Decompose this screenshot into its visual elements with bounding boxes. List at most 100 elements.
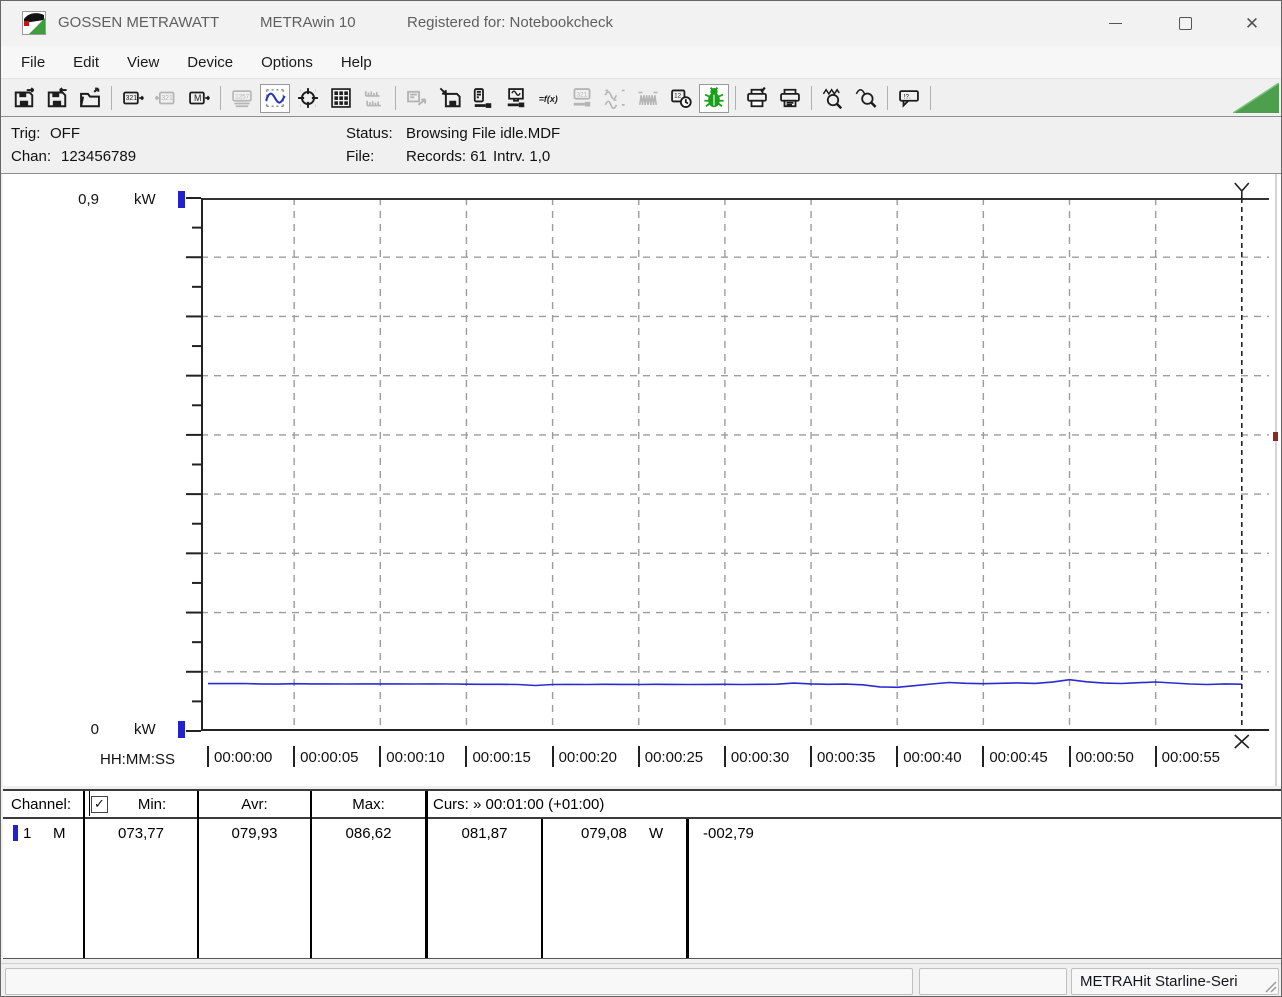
- zoom-in-waves-icon: [822, 87, 844, 109]
- svg-text:321: 321: [126, 95, 138, 102]
- toolbar-separator: [735, 86, 736, 110]
- app-title: METRAwin 10: [260, 14, 356, 31]
- cursor-unit: W: [649, 825, 663, 842]
- cursor-ref-value: 081,87: [428, 825, 541, 842]
- toolbar-separator: [811, 86, 812, 110]
- device-setup-button[interactable]: [468, 84, 498, 113]
- x-tick-label: 00:00:05: [293, 746, 358, 767]
- x-tick-label: 00:00:40: [896, 746, 961, 767]
- device-clock-button[interactable]: 12: [666, 84, 696, 113]
- device-setup-icon: [472, 87, 494, 109]
- x-tick-label: 00:00:00: [207, 746, 272, 767]
- transfer-export-button[interactable]: [402, 84, 432, 113]
- col-channel-header[interactable]: Channel:: [11, 796, 71, 813]
- menu-edit[interactable]: Edit: [59, 50, 113, 75]
- zoom-out-curve-button[interactable]: [851, 84, 881, 113]
- status-value: Browsing File idle.MDF: [406, 125, 560, 142]
- printer-check-icon: [746, 87, 768, 109]
- monitor-setup-icon: [505, 87, 527, 109]
- right-edge-strip: [1275, 174, 1277, 786]
- zoom-in-curve-button[interactable]: [818, 84, 848, 113]
- cursor-delta-value: -002,79: [703, 825, 754, 842]
- printer-icon: [779, 87, 801, 109]
- transfer-export-icon: [406, 87, 428, 109]
- x-tick-label: 00:00:30: [724, 746, 789, 767]
- x-axis-labels: HH:MM:SS 00:00:0000:00:0500:00:1000:00:1…: [3, 746, 1281, 776]
- read-device-321-alt-button[interactable]: 321: [151, 84, 181, 113]
- device-321-setup-button[interactable]: 321: [567, 84, 597, 113]
- x-tick-label: 00:00:10: [379, 746, 444, 767]
- menu-device[interactable]: Device: [173, 50, 247, 75]
- display-digital-button[interactable]: 1257: [227, 84, 257, 113]
- status-panel-main: [5, 968, 913, 995]
- avr-value: 079,93: [199, 825, 310, 842]
- view-histogram-button[interactable]: [359, 84, 389, 113]
- minimize-button[interactable]: [1084, 1, 1146, 46]
- comment-button[interactable]: !?.: [894, 84, 924, 113]
- close-button[interactable]: ✕: [1221, 1, 1282, 46]
- pulse-signal-button[interactable]: [633, 84, 663, 113]
- open-folder-icon: [79, 87, 101, 109]
- file-import-button[interactable]: [42, 84, 72, 113]
- monitor-setup-button[interactable]: [501, 84, 531, 113]
- channel-mode[interactable]: M: [53, 825, 66, 842]
- view-cursor-button[interactable]: [293, 84, 323, 113]
- menu-help[interactable]: Help: [327, 50, 386, 75]
- device-memory-icon: M: [188, 87, 210, 109]
- file-export-button[interactable]: [9, 84, 39, 113]
- print-button[interactable]: [775, 84, 805, 113]
- status-panel-secondary: [919, 968, 1067, 995]
- stats-table: Channel: ✓ Min: Avr: Max: Curs: » 00:01:…: [3, 789, 1281, 959]
- maximize-button[interactable]: [1154, 1, 1216, 46]
- x-tick-label: 00:00:45: [982, 746, 1047, 767]
- x-tick-label: 00:00:20: [552, 746, 617, 767]
- col-cursor-header[interactable]: Curs: » 00:01:00 (+01:00): [433, 796, 604, 813]
- col-max-header[interactable]: Max:: [312, 796, 425, 813]
- x-tick-label: 00:00:35: [810, 746, 875, 767]
- digital-display-icon: 1257: [231, 87, 253, 109]
- col-min-header[interactable]: Min:: [107, 796, 197, 813]
- app-logo-icon: [22, 11, 46, 35]
- svg-text:!?.: !?.: [904, 94, 911, 101]
- device-321-read-icon: 321: [122, 87, 144, 109]
- right-edge-marker[interactable]: [1273, 432, 1278, 441]
- x-axis-unit-label: HH:MM:SS: [100, 751, 175, 768]
- cursor-value: 079,08: [581, 825, 627, 842]
- svg-text:1257: 1257: [235, 93, 250, 100]
- col-avr-header[interactable]: Avr:: [199, 796, 310, 813]
- menu-view[interactable]: View: [113, 50, 173, 75]
- read-memory-button[interactable]: M: [184, 84, 214, 113]
- toolbar-separator: [111, 86, 112, 110]
- resize-grip-icon[interactable]: [1261, 977, 1277, 993]
- channel-number[interactable]: 1: [23, 825, 31, 842]
- table-gridline: [83, 791, 85, 958]
- min-checkbox[interactable]: ✓: [91, 796, 108, 813]
- crosshair-icon: [297, 87, 319, 109]
- formula-button[interactable]: =f(x): [534, 84, 564, 113]
- view-curve-button[interactable]: [260, 84, 290, 113]
- curve-chart-icon: [264, 87, 286, 109]
- pulse-wave-icon: [637, 87, 659, 109]
- menu-file[interactable]: File: [7, 50, 59, 75]
- svg-text:321: 321: [161, 95, 173, 102]
- y-min-marker[interactable]: [178, 721, 185, 738]
- menu-options[interactable]: Options: [247, 50, 327, 75]
- device-clock-icon: 12: [670, 87, 692, 109]
- x-tick-label: 00:00:50: [1069, 746, 1134, 767]
- toolbar-separator: [887, 86, 888, 110]
- view-table-button[interactable]: [326, 84, 356, 113]
- plot-canvas[interactable]: [201, 198, 1269, 731]
- floppy-export-icon: [13, 87, 35, 109]
- open-file-button[interactable]: [75, 84, 105, 113]
- toolbar-separator: [930, 86, 931, 110]
- print-preview-button[interactable]: [742, 84, 772, 113]
- x-tick-label: 00:00:25: [638, 746, 703, 767]
- y-max-marker[interactable]: [178, 191, 185, 208]
- read-device-321-button[interactable]: 321: [118, 84, 148, 113]
- debug-bug-button[interactable]: [699, 84, 729, 113]
- table-header-divider: [3, 817, 1281, 819]
- device-321-disabled-icon: 321: [155, 87, 177, 109]
- save-to-device-button[interactable]: [435, 84, 465, 113]
- sine-signal-button[interactable]: [600, 84, 630, 113]
- cursor-handles: [1235, 183, 1249, 748]
